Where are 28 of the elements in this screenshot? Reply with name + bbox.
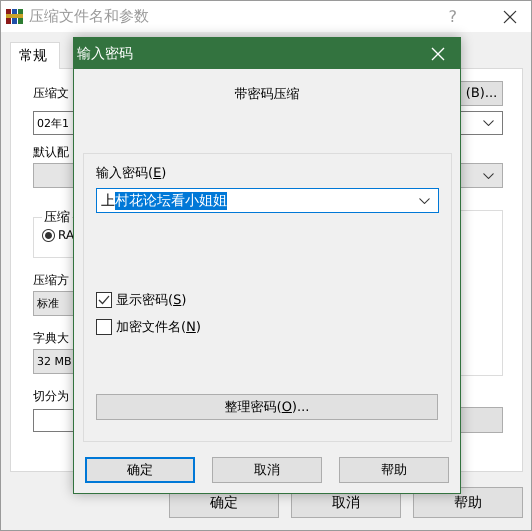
field-label: 输入密码(E) [96, 165, 166, 182]
chevron-down-icon [483, 120, 494, 126]
tab[interactable]: 常规 [10, 42, 60, 69]
field-label: 压缩方 [33, 272, 70, 289]
checkbox-option[interactable]: 加密文件名(N) [96, 318, 201, 336]
checkbox-option[interactable]: 显示密码(S) [96, 291, 186, 309]
dialog-button[interactable]: 帮助 [339, 457, 449, 483]
window-title: 压缩文件名和参数 [29, 7, 149, 26]
field-label: 字典大 [33, 330, 70, 347]
browse-button[interactable]: (B)... [460, 81, 503, 106]
dialog-title: 输入密码 [77, 44, 133, 62]
dialog-button[interactable]: 帮助 [413, 487, 523, 518]
field-label: 切分为 [33, 388, 70, 405]
chevron-down-icon [483, 172, 494, 178]
field-label: 默认配 [33, 144, 70, 161]
close-icon[interactable] [503, 10, 517, 24]
radio-option[interactable]: RA [42, 228, 226, 242]
field-label: 压缩文 [33, 85, 69, 102]
password-field[interactable]: 上村花论坛看小姐姐 [96, 188, 439, 213]
group-label: 压缩 [43, 209, 71, 226]
check-icon [98, 295, 110, 305]
organize-passwords-button[interactable]: 整理密码(O)... [96, 394, 438, 420]
dialog-button[interactable]: 确定 [85, 457, 195, 483]
side-button[interactable] [460, 407, 503, 433]
dialog-button[interactable]: 取消 [212, 457, 322, 483]
chevron-down-icon [419, 198, 430, 204]
app-icon [6, 8, 23, 25]
dialog-heading: 带密码压缩 [234, 86, 300, 103]
